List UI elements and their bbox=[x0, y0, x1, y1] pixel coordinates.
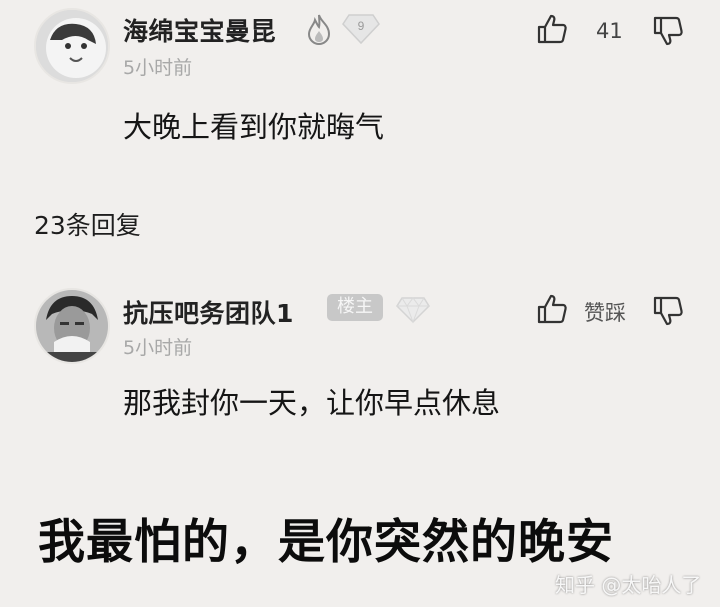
meme-caption: 我最怕的，是你突然的晚安 bbox=[38, 515, 614, 570]
watermark: 知乎 @太咍人了 bbox=[555, 573, 702, 597]
owner-badge: 楼主 bbox=[327, 294, 383, 322]
comment-content: 大晚上看到你就晦气 bbox=[123, 110, 385, 144]
thumbs-down-icon[interactable] bbox=[652, 15, 684, 51]
avatar-image bbox=[36, 10, 108, 82]
replies-count[interactable]: 23条回复 bbox=[34, 206, 141, 242]
level-number: 9 bbox=[358, 19, 365, 33]
fire-icon bbox=[304, 13, 334, 49]
reply-time: 5小时前 bbox=[123, 337, 193, 359]
reply-avatar-image bbox=[36, 290, 108, 362]
like-label: 赞踩 bbox=[584, 301, 626, 325]
level-diamond-icon bbox=[395, 296, 431, 328]
comment-time: 5小时前 bbox=[123, 57, 193, 79]
like-count: 41 bbox=[596, 19, 623, 43]
reply-username[interactable]: 抗压吧务团队1 bbox=[123, 294, 294, 330]
commenter-avatar[interactable] bbox=[34, 8, 110, 84]
level-diamond-icon: 9 bbox=[341, 13, 381, 49]
thumbs-down-icon[interactable] bbox=[652, 295, 684, 331]
commenter-username[interactable]: 海绵宝宝曼昆 bbox=[123, 12, 276, 48]
reply-avatar[interactable] bbox=[34, 288, 110, 364]
thumbs-up-icon[interactable] bbox=[536, 293, 568, 329]
reply-content: 那我封你一天，让你早点休息 bbox=[123, 386, 501, 420]
thumbs-up-icon[interactable] bbox=[536, 13, 568, 49]
